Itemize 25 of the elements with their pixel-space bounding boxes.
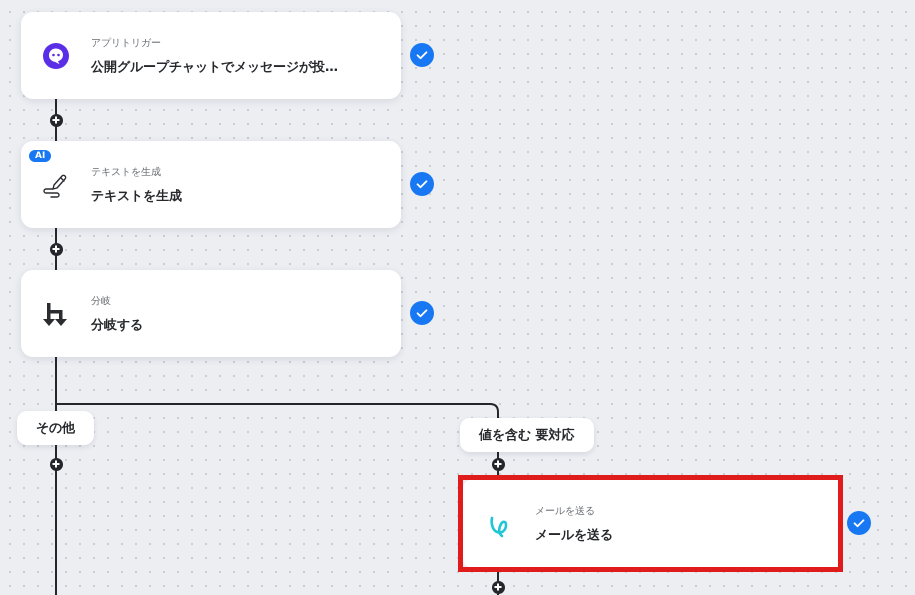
step-category: テキストを生成 [91, 166, 162, 178]
add-step-button[interactable] [492, 458, 504, 470]
step-title: テキストを生成 [91, 188, 182, 204]
step-card[interactable]: アプリトリガー 公開グループチャットでメッセージが投… [21, 12, 401, 99]
branch-label: その他 [17, 411, 94, 445]
connector-line [55, 99, 57, 141]
connector-line [55, 228, 57, 270]
step-category: アプリトリガー [91, 36, 162, 50]
add-step-button[interactable] [50, 114, 62, 126]
step-category: 分岐 [91, 294, 112, 308]
step-card[interactable]: メールを送る メールを送る [463, 480, 838, 567]
step-title: 分岐する [91, 316, 143, 334]
ai-badge: AI [29, 150, 52, 162]
connector-line [497, 572, 499, 595]
add-step-button[interactable] [492, 580, 504, 594]
chat-bubble-icon [41, 40, 71, 70]
step-card[interactable]: 分岐 分岐する [21, 270, 401, 357]
branch-label: 値を含む 要対応 [460, 418, 594, 452]
add-step-button[interactable] [50, 458, 62, 470]
step-card[interactable]: AI テキストを生成 テキストを生成 [21, 141, 401, 228]
step-title: メールを送る [535, 526, 613, 544]
step-category: メールを送る [535, 504, 596, 518]
add-step-button[interactable] [50, 242, 62, 256]
connector-line [497, 450, 499, 475]
step-title: 公開グループチャットでメッセージが投… [91, 58, 338, 76]
